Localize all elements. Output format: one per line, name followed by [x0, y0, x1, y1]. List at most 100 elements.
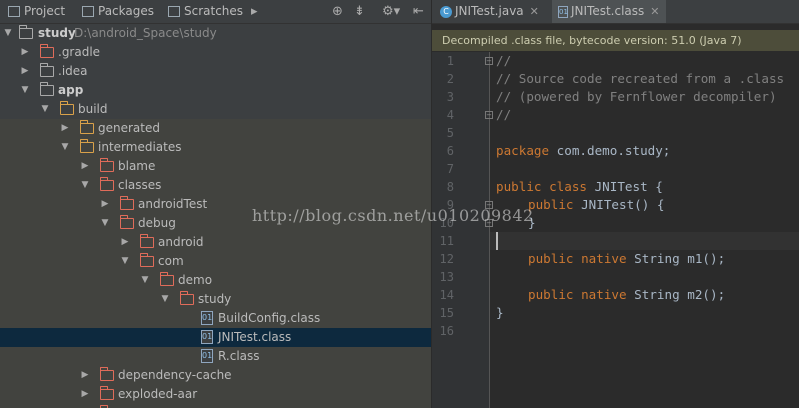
method-params: (); [702, 287, 726, 302]
folder-icon [99, 158, 114, 172]
collapsed-arrow-icon[interactable]: ▶ [60, 119, 70, 138]
project-icon [8, 6, 20, 17]
tree-item-label: androidTest [138, 197, 208, 211]
tree-row-buildconfig[interactable]: 01 BuildConfig.class [0, 309, 431, 328]
expanded-arrow-icon[interactable]: ▼ [120, 252, 130, 271]
tree-item-label: blame [118, 159, 156, 173]
tree-item-label: BuildConfig.class [218, 311, 321, 325]
tree-row-intermediates[interactable]: ▼ intermediates [0, 138, 431, 157]
folder-icon [139, 234, 154, 248]
code-editor[interactable]: 1 2 3 4 5 6 7 8 9 10 11 12 13 14 15 16 −… [432, 52, 799, 408]
comment: // [496, 53, 512, 68]
class-file-icon: 01 [201, 349, 213, 363]
folder-icon [79, 139, 94, 153]
hide-panel-icon[interactable]: ⇤ [413, 0, 424, 23]
return-type: String [626, 287, 680, 302]
expanded-arrow-icon[interactable]: ▼ [3, 24, 13, 43]
comment: // [496, 107, 512, 122]
tree-row-exploded-aar[interactable]: ▶ exploded-aar [0, 385, 431, 404]
tree-row-study[interactable]: ▼ study [0, 290, 431, 309]
tree-root-label: study [38, 26, 76, 40]
tab-jnitest-class[interactable]: 01 JNITest.class ✕ [552, 0, 666, 23]
tree-item-label: com [158, 254, 184, 268]
collapsed-arrow-icon[interactable]: ▶ [80, 385, 90, 404]
expanded-arrow-icon[interactable]: ▼ [20, 81, 30, 100]
tree-row-classes[interactable]: ▼ classes [0, 176, 431, 195]
tree-row-idea[interactable]: ▶ .idea [0, 62, 431, 81]
tree-item-label: generated [98, 121, 160, 135]
tree-row-android[interactable]: ▶ android [0, 233, 431, 252]
tree-row-app[interactable]: ▼ app [0, 81, 431, 100]
tree-row-root[interactable]: ▼ study D:\android_Space\study [0, 24, 431, 43]
tree-row-dependency-cache[interactable]: ▶ dependency-cache [0, 366, 431, 385]
comment: // (powered by Fernflower decompiler) [496, 89, 777, 104]
watermark-text: http://blog.csdn.net/u010209842 [252, 206, 534, 225]
package-name: com.demo.study; [549, 143, 671, 158]
collapsed-arrow-icon[interactable]: ▶ [20, 62, 30, 81]
fold-marker-icon[interactable]: − [485, 111, 493, 119]
tree-row-com[interactable]: ▼ com [0, 252, 431, 271]
expanded-arrow-icon[interactable]: ▼ [100, 214, 110, 233]
editor-tabs: C JNITest.java ✕ 01 JNITest.class ✕ [432, 0, 799, 24]
expanded-arrow-icon[interactable]: ▼ [80, 176, 90, 195]
collapsed-arrow-icon[interactable]: ▶ [120, 233, 130, 252]
line-number: 13 [439, 270, 454, 284]
code-line: // [496, 52, 511, 70]
expanded-arrow-icon[interactable]: ▼ [160, 290, 170, 309]
tree-item-label: android [158, 235, 204, 249]
tab-packages[interactable]: Packages [82, 0, 154, 23]
tab-scratches[interactable]: Scratches [168, 0, 243, 23]
tree-item-label: app [58, 83, 84, 97]
collapse-all-icon[interactable]: ⇟ [354, 0, 365, 23]
tree-row-demo[interactable]: ▼ demo [0, 271, 431, 290]
tree-row-partial[interactable] [0, 404, 431, 408]
gutter-separator [489, 52, 490, 408]
folder-icon [99, 386, 114, 400]
current-line-highlight [490, 232, 799, 250]
tree-row-blame[interactable]: ▶ blame [0, 157, 431, 176]
expanded-arrow-icon[interactable]: ▼ [40, 100, 50, 119]
keyword: public [528, 197, 574, 212]
code-line: } [496, 304, 504, 322]
tree-row-rclass[interactable]: 01 R.class [0, 347, 431, 366]
tree-row-gradle[interactable]: ▶ .gradle [0, 43, 431, 62]
tab-project-label: Project [24, 4, 66, 18]
tree-row-jnitest[interactable]: 01 JNITest.class [0, 328, 431, 347]
collapsed-arrow-icon[interactable]: ▶ [100, 195, 110, 214]
more-tabs-arrow-icon[interactable]: ▸ [251, 0, 258, 23]
fold-marker-icon[interactable]: − [485, 57, 493, 65]
folder-icon [159, 272, 174, 286]
tree-item-label: .gradle [58, 45, 101, 59]
keyword: package [496, 143, 550, 158]
collapsed-arrow-icon[interactable]: ▶ [20, 43, 30, 62]
tab-project[interactable]: Project [8, 0, 65, 23]
expanded-arrow-icon[interactable]: ▼ [60, 138, 70, 157]
method-name: m2 [679, 287, 703, 302]
tree-item-label: .idea [58, 64, 88, 78]
code-line: // [496, 106, 511, 124]
gear-icon[interactable]: ⚙▾ [382, 0, 400, 23]
line-number: 2 [446, 72, 454, 86]
class-file-icon: 01 [558, 5, 568, 18]
tree-row-generated[interactable]: ▶ generated [0, 119, 431, 138]
keyword: public class [496, 179, 587, 194]
collapsed-arrow-icon[interactable]: ▶ [80, 366, 90, 385]
expanded-arrow-icon[interactable]: ▼ [140, 271, 150, 290]
packages-icon [82, 6, 94, 17]
tree-row-build[interactable]: ▼ build [0, 100, 431, 119]
line-number: 6 [446, 144, 454, 158]
code-line: // (powered by Fernflower decompiler) [496, 88, 777, 106]
decompiled-banner: Decompiled .class file, bytecode version… [432, 30, 799, 51]
tree-item-label: exploded-aar [118, 387, 198, 401]
close-icon[interactable]: ✕ [530, 5, 539, 18]
tree-item-label: build [78, 102, 108, 116]
code-line: public native String m1(); [528, 250, 725, 268]
code-line: public class JNITest { [496, 178, 663, 196]
collapsed-arrow-icon[interactable]: ▶ [80, 157, 90, 176]
tab-jnitest-java[interactable]: C JNITest.java ✕ [434, 0, 545, 23]
scroll-from-source-icon[interactable]: ⊕ [332, 0, 343, 23]
method-params: (); [702, 251, 726, 266]
line-number: 3 [446, 90, 454, 104]
folder-icon [59, 101, 74, 115]
close-icon[interactable]: ✕ [650, 5, 659, 18]
